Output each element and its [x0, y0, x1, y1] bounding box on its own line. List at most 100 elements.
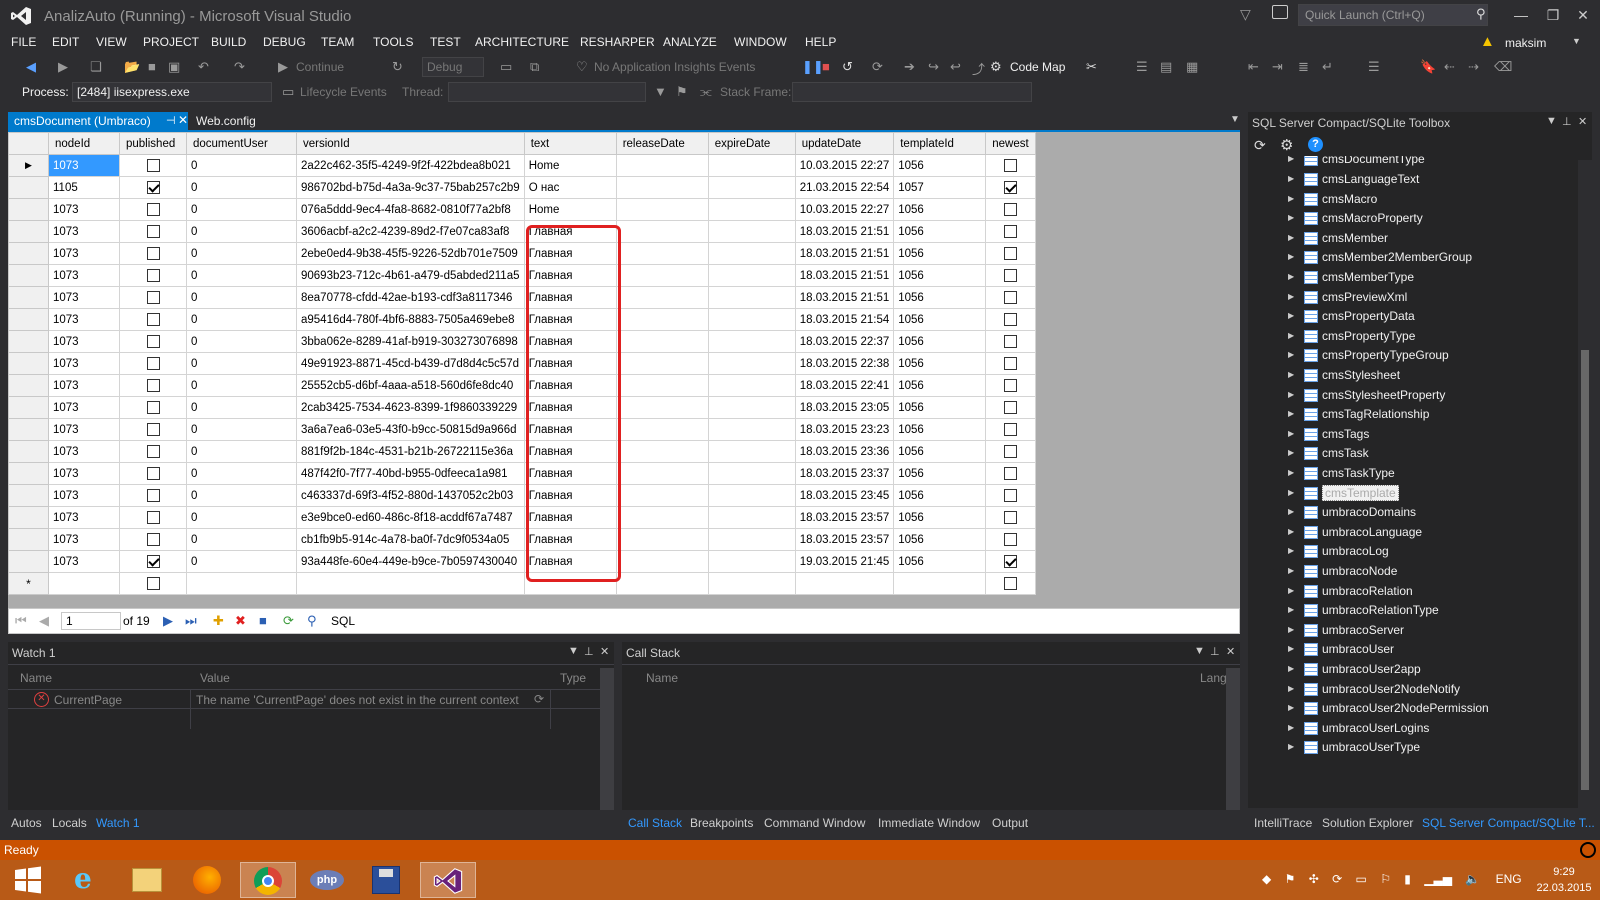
cell-versionid[interactable]: 3bba062e-8289-41af-b919-303273076898: [296, 330, 525, 353]
cell-newest[interactable]: [985, 572, 1036, 595]
expand-arrow-icon[interactable]: ▶: [1288, 156, 1294, 163]
column-header[interactable]: text: [523, 132, 617, 155]
row-header[interactable]: [8, 484, 49, 507]
tab-call-stack[interactable]: Call Stack: [628, 816, 682, 830]
checkbox[interactable]: [146, 445, 160, 458]
new-row[interactable]: *: [8, 572, 1036, 595]
start-button[interactable]: [0, 862, 56, 898]
cell-releasedate[interactable]: [615, 308, 709, 331]
expand-arrow-icon[interactable]: ▶: [1288, 546, 1294, 555]
cell-templateid[interactable]: 1056: [893, 330, 987, 353]
tab-sql-toolbox[interactable]: SQL Server Compact/SQLite T...: [1422, 816, 1595, 830]
column-header[interactable]: versionId: [296, 132, 525, 155]
checkbox[interactable]: [1003, 313, 1017, 326]
cell-expiredate[interactable]: [707, 462, 796, 485]
cell-text[interactable]: Главная: [523, 308, 617, 331]
close-window-button[interactable]: ✕: [1568, 4, 1598, 26]
prev-record-icon[interactable]: ◀: [39, 613, 49, 629]
table-row[interactable]: 1073 0 487f42f0-7f77-40bd-b955-0dfeeca1a98…: [8, 462, 1036, 485]
cell-newest[interactable]: [985, 154, 1036, 177]
thread-select[interactable]: [448, 82, 646, 102]
cell-versionid[interactable]: cb1fb9b5-914c-4a78-ba0f-7dc9f0534a05: [296, 528, 525, 551]
cell-expiredate[interactable]: [707, 220, 796, 243]
step-into-icon[interactable]: ➔: [904, 59, 915, 75]
checkbox[interactable]: [1003, 357, 1017, 370]
indent-icon[interactable]: ⇥: [1272, 59, 1283, 75]
cell-releasedate[interactable]: [615, 484, 709, 507]
column-header[interactable]: nodeId: [48, 132, 120, 155]
tab-breakpoints[interactable]: Breakpoints: [690, 816, 753, 830]
cell-newest[interactable]: [985, 264, 1036, 287]
column-header[interactable]: updateDate: [794, 132, 895, 155]
cell-text[interactable]: Главная: [523, 242, 617, 265]
cell-nodeid[interactable]: 1073: [48, 440, 120, 463]
expand-arrow-icon[interactable]: ▶: [1288, 625, 1294, 634]
cell-expiredate[interactable]: [707, 506, 796, 529]
cell-documentuser[interactable]: 0: [186, 396, 297, 419]
table-row[interactable]: 1073 0 cb1fb9b5-914c-4a78-ba0f-7dc9f0534a0…: [8, 528, 1036, 551]
gear-icon[interactable]: ⚙: [1280, 136, 1293, 154]
cell-documentuser[interactable]: 0: [186, 176, 297, 199]
cell-published[interactable]: [119, 418, 187, 441]
checkbox[interactable]: [1003, 555, 1017, 568]
pin-icon[interactable]: ⊣: [166, 114, 176, 127]
expand-arrow-icon[interactable]: ▶: [1288, 429, 1294, 438]
cell-expiredate[interactable]: [707, 330, 796, 353]
cell-templateid[interactable]: 1056: [893, 242, 987, 265]
tray-volume-icon[interactable]: 🔈: [1465, 872, 1480, 886]
cell-text[interactable]: Главная: [523, 550, 617, 573]
cell-releasedate[interactable]: [615, 154, 709, 177]
cell-templateid[interactable]: 1056: [893, 396, 987, 419]
cell-templateid[interactable]: 1056: [893, 506, 987, 529]
cell-releasedate[interactable]: [615, 198, 709, 221]
cell-documentuser[interactable]: 0: [186, 462, 297, 485]
firefox-button[interactable]: [180, 862, 236, 898]
cell-newest[interactable]: [985, 550, 1036, 573]
tab-intellitrace[interactable]: IntelliTrace: [1254, 816, 1312, 830]
expand-arrow-icon[interactable]: ▶: [1288, 194, 1294, 203]
checkbox[interactable]: [146, 203, 160, 216]
clear-bookmarks-icon[interactable]: ⌫: [1494, 59, 1512, 75]
step-out-icon[interactable]: ↩: [950, 59, 961, 75]
row-header[interactable]: [8, 286, 49, 309]
feedback-icon[interactable]: [1272, 5, 1288, 19]
cell-nodeid[interactable]: 1073: [48, 220, 120, 243]
chevron-down-icon[interactable]: ▼: [568, 645, 579, 657]
cell-releasedate[interactable]: [615, 330, 709, 353]
outdent-icon[interactable]: ⇤: [1248, 59, 1259, 75]
search-icon[interactable]: ⚲: [1476, 6, 1486, 22]
cell-templateid[interactable]: 1056: [893, 462, 987, 485]
menu-file[interactable]: FILE: [11, 35, 36, 49]
code-map-icon[interactable]: ⚙: [990, 59, 1002, 75]
flag-icon[interactable]: ⚑: [676, 84, 688, 100]
notification-icon[interactable]: [1580, 842, 1596, 858]
cell-updatedate[interactable]: 18.03.2015 23:37: [794, 462, 895, 485]
cell-newest[interactable]: [985, 484, 1036, 507]
cell-published[interactable]: [119, 506, 187, 529]
cell-versionid[interactable]: 90693b23-712c-4b61-a479-d5abded211a5: [296, 264, 525, 287]
cell-newest[interactable]: [985, 286, 1036, 309]
cell-versionid[interactable]: 8ea70778-cfdd-42ae-b193-cdf3a8117346: [296, 286, 525, 309]
cell-versionid[interactable]: 2a22c462-35f5-4249-9f2f-422bdea8b021: [296, 154, 525, 177]
cell-text[interactable]: Главная: [523, 462, 617, 485]
cell-newest[interactable]: [985, 440, 1036, 463]
expand-arrow-icon[interactable]: ▶: [1288, 566, 1294, 575]
cell-published[interactable]: [119, 308, 187, 331]
expand-arrow-icon[interactable]: ▶: [1288, 350, 1294, 359]
cell-updatedate[interactable]: 18.03.2015 23:57: [794, 528, 895, 551]
checkbox[interactable]: [146, 313, 160, 326]
cell-expiredate[interactable]: [707, 242, 796, 265]
cell-text[interactable]: Главная: [523, 330, 617, 353]
row-header[interactable]: [8, 440, 49, 463]
tab-immediate-window[interactable]: Immediate Window: [878, 816, 980, 830]
expand-arrow-icon[interactable]: ▶: [1288, 292, 1294, 301]
checkbox[interactable]: [146, 467, 160, 480]
threads-icon[interactable]: ⫘: [700, 84, 712, 100]
menu-debug[interactable]: DEBUG: [263, 35, 306, 49]
expand-arrow-icon[interactable]: ▶: [1288, 311, 1294, 320]
stop-debugging-icon[interactable]: ■: [822, 59, 830, 74]
visual-studio-button[interactable]: [420, 862, 476, 898]
cell-nodeid[interactable]: 1073: [48, 264, 120, 287]
first-record-icon[interactable]: ⏮: [15, 613, 27, 629]
cell-nodeid[interactable]: 1073: [48, 528, 120, 551]
